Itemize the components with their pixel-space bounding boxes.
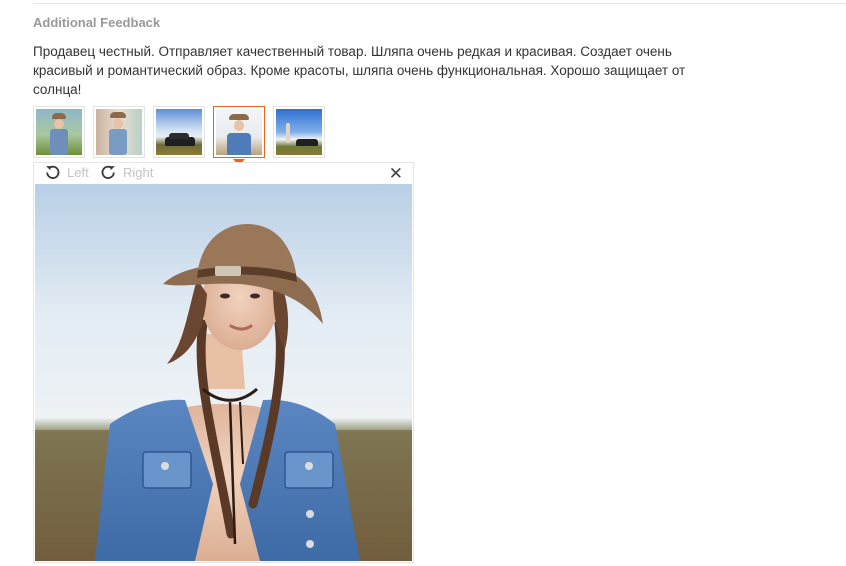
thumbnail-4-selected[interactable] [213,106,265,166]
top-divider [33,3,846,4]
thumbnail-2[interactable] [93,106,145,158]
close-icon: ✕ [388,164,403,183]
feedback-photo[interactable] [35,184,412,561]
photo-illustration [35,184,412,561]
image-viewer: Left Right ✕ [33,162,414,563]
rotate-left-icon [46,165,60,179]
section-title: Additional Feedback [33,15,161,30]
thumbnail-1[interactable] [33,106,85,158]
viewer-toolbar: Left Right ✕ [34,163,413,184]
thumbnail-image [96,109,142,155]
thumbnail-image [216,109,262,155]
rotate-right-label: Right [123,165,154,180]
thumbnail-3[interactable] [153,106,205,158]
rotate-left-label: Left [67,165,89,180]
thumbnail-image [36,109,82,155]
thumbnail-5[interactable] [273,106,325,158]
close-button[interactable]: ✕ [389,164,403,183]
feedback-text: Продавец честный. Отправляет качественны… [33,44,686,97]
thumbnail-image [276,109,322,155]
rotate-right-icon [101,165,115,179]
rotate-left-button[interactable]: Left [44,164,89,181]
thumbnail-strip [33,106,333,166]
thumbnail-image [156,109,202,155]
rotate-right-button[interactable]: Right [100,164,153,181]
